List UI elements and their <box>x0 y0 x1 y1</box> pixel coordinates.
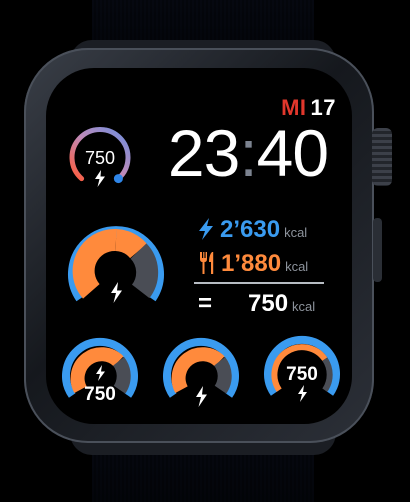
net-calories-unit: kcal <box>292 299 316 314</box>
gauge-fill-orange <box>72 229 117 299</box>
equals-symbol: = <box>198 290 213 317</box>
bolt-icon <box>111 282 122 303</box>
fork-knife-icon <box>200 252 214 274</box>
calories-consumed-row: 1’880 kcal <box>198 250 308 281</box>
complication-center-left[interactable] <box>66 220 166 320</box>
calories-burned-value: 2’630 <box>220 216 281 243</box>
bolt-icon <box>298 385 307 402</box>
complication-bottom-center[interactable] <box>161 336 241 416</box>
bolt-icon <box>199 218 213 240</box>
complication-top-left[interactable]: 750 <box>60 118 140 198</box>
complication-bottom-left[interactable]: 750 <box>60 336 140 416</box>
sum-divider <box>194 282 324 284</box>
bolt-icon <box>95 170 105 187</box>
time-separator: : <box>239 116 257 190</box>
side-button[interactable] <box>373 218 382 282</box>
calories-burned-row: 2’630 kcal <box>198 216 307 247</box>
complication-bottom-right[interactable]: 750 <box>262 334 342 414</box>
gauge-indicator-dot <box>113 174 123 184</box>
net-calories-value: 750 <box>248 290 289 317</box>
complication-value: 750 <box>286 364 318 385</box>
gauge-remaining <box>130 243 159 299</box>
complication-value: 750 <box>84 384 116 405</box>
calories-burned-unit: kcal <box>284 225 308 240</box>
calories-consumed-unit: kcal <box>285 259 309 274</box>
watch-face: MI 17 23:40 750 2’630 kcal 1’880 kcal = … <box>46 68 352 424</box>
gauge-fill-orange-2 <box>114 229 147 259</box>
net-calories-row: = 750 kcal <box>198 290 315 321</box>
time-display: 23:40 <box>153 120 343 186</box>
gauge-remaining <box>213 356 232 394</box>
bolt-icon <box>96 365 105 381</box>
bolt-icon <box>196 386 207 407</box>
gauge-remaining <box>112 356 131 394</box>
gauge-remaining <box>322 357 333 392</box>
digital-crown[interactable] <box>372 128 392 186</box>
time-hours: 23 <box>167 116 240 190</box>
calories-consumed-value: 1’880 <box>221 250 282 277</box>
gauge-fill-orange <box>171 347 225 394</box>
time-minutes: 40 <box>256 116 329 190</box>
complication-value: 750 <box>85 148 115 168</box>
